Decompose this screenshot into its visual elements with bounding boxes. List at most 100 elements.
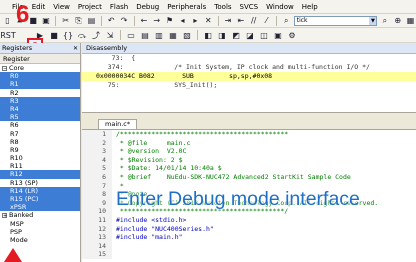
cut-icon[interactable]: ✂ — [60, 15, 71, 26]
code-line: 13 #include "main.h" — [82, 233, 416, 242]
register-row[interactable]: R15 (PC) — [0, 195, 80, 204]
register-row[interactable]: Mode — [0, 236, 80, 244]
comment-icon[interactable]: // — [248, 15, 259, 26]
reset-icon[interactable]: RST — [0, 30, 16, 41]
menu-svcs[interactable]: SVCS — [236, 0, 263, 14]
disassembly-line[interactable]: 374: /* Init System, IP clock and multi-… — [82, 63, 416, 72]
register-row[interactable]: R6 — [0, 121, 80, 129]
toolbox-icon[interactable]: ⚙ — [286, 30, 298, 41]
expand-icon[interactable]: + — [2, 212, 7, 218]
copy-icon[interactable]: ⎘ — [73, 15, 84, 26]
register-row[interactable]: R8 — [0, 138, 80, 146]
step-out-icon[interactable]: ⤴ — [90, 30, 102, 41]
line-number: 8 — [82, 190, 112, 199]
register-row[interactable]: R5 — [0, 113, 80, 122]
register-group-core[interactable]: − Core — [0, 64, 80, 72]
menu-project[interactable]: Project — [74, 0, 106, 14]
registers-panel: Registers ✕ Register − Core R0 R1 R2 R3 R… — [0, 43, 81, 262]
undo-icon[interactable]: ↶ — [106, 15, 117, 26]
prev-bookmark-icon[interactable]: ◂ — [177, 15, 188, 26]
register-row[interactable]: PSP — [0, 228, 80, 236]
register-row[interactable]: R14 (LR) — [0, 186, 80, 195]
code-text: #include "NUC400Series.h" — [116, 224, 214, 233]
unindent-icon[interactable]: ⇤ — [235, 15, 246, 26]
register-row[interactable]: R3 — [0, 96, 80, 105]
code-text: * @file main.c — [116, 138, 191, 147]
register-row[interactable]: xPSR — [0, 203, 80, 212]
line-number: 2 — [82, 138, 112, 148]
register-row[interactable]: R11 — [0, 162, 80, 170]
find-in-files-icon[interactable]: ⌕ — [281, 15, 292, 26]
register-column-header[interactable]: Register — [0, 54, 80, 64]
line-number: 5 — [82, 164, 112, 173]
code-text: * @brief NuEdu-SDK-NUC472 Advanced2 Star… — [116, 172, 351, 181]
serial-window-icon[interactable]: ◩ — [230, 30, 242, 41]
register-row[interactable]: R10 — [0, 154, 80, 162]
register-row[interactable]: R1 — [0, 80, 80, 89]
disassembly-line[interactable]: 73: { — [82, 54, 416, 63]
next-bookmark-icon[interactable]: ▸ — [190, 15, 201, 26]
incremental-find-icon[interactable]: ⊕ — [392, 15, 403, 26]
disassembly-line[interactable]: 75: SYS_Init(); — [82, 81, 416, 90]
command-window-icon[interactable]: ▭ — [125, 30, 137, 41]
trace-window-icon[interactable]: ◫ — [258, 30, 270, 41]
code-text: #include "main.h" — [116, 233, 183, 242]
register-row[interactable]: R9 — [0, 146, 80, 154]
menu-view[interactable]: View — [49, 0, 74, 14]
register-row[interactable]: R2 — [0, 89, 80, 97]
menu-edit[interactable]: Edit — [28, 0, 50, 14]
find-combo[interactable]: tick ▼ — [293, 15, 378, 26]
close-icon[interactable]: ✕ — [73, 43, 78, 53]
nav-forward-icon[interactable]: → — [151, 15, 162, 26]
menu-flash[interactable]: Flash — [106, 0, 132, 14]
register-row[interactable]: R7 — [0, 130, 80, 138]
clear-bookmarks-icon[interactable]: ✕ — [203, 15, 214, 26]
line-number: 15 — [82, 250, 112, 259]
watch-window-icon[interactable]: ◧ — [202, 30, 214, 41]
register-group-banked[interactable]: + Banked — [0, 211, 80, 219]
step-into-icon[interactable]: {} — [62, 30, 74, 41]
system-viewer-icon[interactable]: ▣ — [272, 30, 284, 41]
step-number-annotation: 6 — [16, 1, 30, 28]
step-over-icon[interactable]: ⤼ — [76, 30, 88, 41]
analysis-window-icon[interactable]: ◪ — [244, 30, 256, 41]
register-row[interactable]: R12 — [0, 170, 80, 179]
menu-debug[interactable]: Debug — [132, 0, 163, 14]
menu-window[interactable]: Window — [262, 0, 298, 14]
nav-back-icon[interactable]: ← — [138, 15, 149, 26]
menu-tools[interactable]: Tools — [210, 0, 235, 14]
registers-window-icon[interactable]: ▦ — [167, 30, 179, 41]
find-icon[interactable]: ⌕ — [379, 15, 390, 26]
save-all-icon[interactable]: ▣ — [41, 15, 52, 26]
stop-icon[interactable]: ■ — [48, 30, 60, 41]
chevron-down-icon[interactable]: ▼ — [369, 16, 377, 25]
call-stack-icon[interactable]: ▧ — [181, 30, 193, 41]
menu-peripherals[interactable]: Peripherals — [163, 0, 210, 14]
disassembly-window-icon[interactable]: ▤ — [139, 30, 151, 41]
bookmark-icon[interactable]: ⚑ — [164, 15, 175, 26]
symbols-window-icon[interactable]: ▥ — [153, 30, 165, 41]
browse-icon[interactable]: ▦ — [405, 15, 416, 26]
code-text: * @version V2.0C — [116, 147, 187, 156]
find-combo-value: tick — [296, 16, 308, 24]
indent-icon[interactable]: ⇥ — [223, 15, 234, 26]
uncomment-icon[interactable]: ⁄ — [261, 15, 272, 26]
toolbar-separator — [217, 15, 219, 26]
tab-main-c[interactable]: main.c* — [98, 119, 138, 129]
register-row[interactable]: R0 — [0, 72, 80, 81]
run-to-cursor-icon[interactable]: ⇲ — [104, 30, 116, 41]
register-row[interactable]: R4 — [0, 104, 80, 114]
new-file-icon[interactable]: ▯ — [2, 15, 13, 26]
paste-icon[interactable]: ▤ — [86, 15, 97, 26]
register-row[interactable]: R13 (SP) — [0, 179, 80, 187]
redo-icon[interactable]: ↷ — [119, 15, 130, 26]
disassembly-current-line[interactable]: 0x0000034C B082 SUB sp,sp,#0x08 — [82, 72, 416, 81]
collapse-icon[interactable]: − — [2, 65, 7, 71]
code-line: 2 * @file main.c — [82, 138, 416, 148]
code-line: 6 * @brief NuEdu-SDK-NUC472 Advanced2 St… — [82, 172, 416, 182]
register-group-label: Banked — [9, 211, 34, 220]
toolbar-separator — [133, 15, 135, 26]
register-row[interactable]: MSP — [0, 220, 80, 228]
menu-help[interactable]: Help — [298, 0, 322, 14]
memory-window-icon[interactable]: ◨ — [216, 30, 228, 41]
